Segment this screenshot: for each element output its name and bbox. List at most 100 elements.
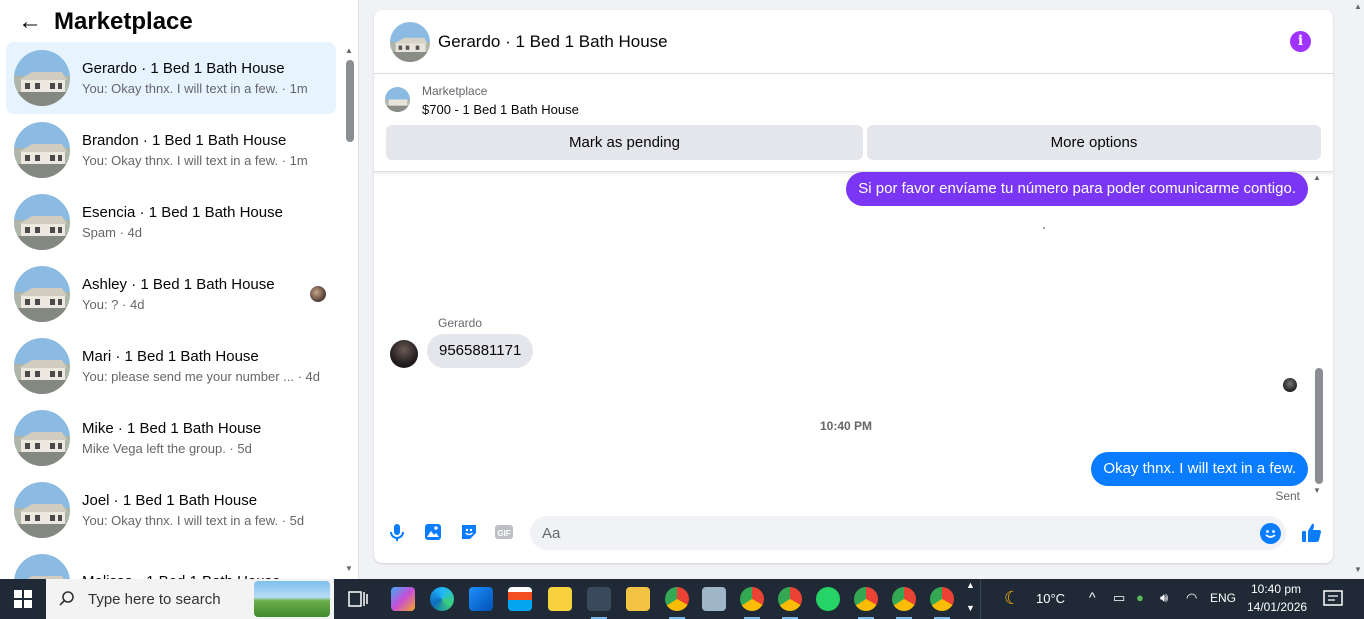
microphone-icon[interactable] [387,522,407,542]
chrome-profile-icon[interactable] [892,587,916,619]
chrome-icon[interactable] [665,587,689,619]
security-icon[interactable]: ● [1136,590,1144,605]
listing-thumbnail[interactable] [385,87,410,112]
thumbs-up-icon[interactable] [1300,521,1324,545]
weather-temperature[interactable]: 10°C [1036,591,1065,606]
search-placeholder: Type here to search [88,590,221,608]
messages-scrollbar[interactable]: ▲ ▼ [1313,173,1325,502]
sticky-notes-icon[interactable] [548,587,572,611]
conversation-preview: You: ? · 4d [82,296,145,312]
chrome-profile-icon[interactable] [854,587,878,619]
conversation-avatar [14,338,70,394]
chrome-profile-icon[interactable] [930,587,954,619]
conversation-name: Esencia · 1 Bed 1 Bath House [82,203,283,221]
taskbar-search[interactable]: Type here to search [46,579,334,619]
scroll-up-icon[interactable]: ▲ [345,46,353,55]
conversation-text: Brandon · 1 Bed 1 Bath House You: Okay th… [82,131,308,170]
photo-icon[interactable] [423,522,443,542]
notepad-icon[interactable] [702,587,726,611]
sidebar-scroll-thumb[interactable] [346,60,354,142]
scroll-up-icon[interactable]: ▲ [1313,173,1321,182]
conversation-item[interactable]: Mari · 1 Bed 1 Bath House You: please sen… [6,330,336,402]
mark-as-pending-button[interactable]: Mark as pending [386,125,863,160]
sidebar-scrollbar[interactable]: ▲ ▼ [343,44,355,579]
outgoing-message-bubble[interactable]: Okay thnx. I will text in a few. [1091,452,1308,486]
edge-icon[interactable] [430,587,454,611]
clock-time[interactable]: 10:40 pm [1251,582,1301,596]
conversation-avatar [14,122,70,178]
sender-avatar[interactable] [390,340,418,368]
messages-scroll-thumb[interactable] [1315,368,1323,484]
chrome-profile-a-icon[interactable] [740,587,764,619]
house-thumbnail-icon [14,554,70,579]
conversation-list: Gerardo · 1 Bed 1 Bath House You: Okay th… [6,42,336,579]
conversation-preview: You: Okay thnx. I will text in a few. · … [82,512,305,528]
conversation-time: 4d [129,296,145,312]
sidebar-header: ← Marketplace [0,0,358,44]
start-button[interactable] [0,579,46,619]
whatsapp-icon[interactable] [816,587,840,611]
language-indicator[interactable]: ENG [1210,591,1236,605]
info-icon[interactable]: i [1290,31,1311,52]
page-scrollbar[interactable]: ▲ ▼ [1352,0,1364,579]
task-view-icon[interactable] [346,587,370,611]
house-thumbnail-icon [385,87,410,112]
scroll-down-icon[interactable]: ▼ [345,564,353,573]
message-input[interactable] [530,516,1286,550]
conversation-time: 4d [305,368,321,384]
conversation-item[interactable]: Melissa · 1 Bed 1 Bath House [6,546,336,579]
message-status: Sent [1275,489,1300,503]
scroll-up-icon[interactable]: ▲ [1354,2,1362,11]
store-icon[interactable] [508,587,532,611]
tray-expand-icon[interactable]: ^ [1089,589,1096,605]
taskbar-divider [980,579,981,619]
listing-title[interactable]: $700 - 1 Bed 1 Bath House [422,102,579,117]
notifications-icon[interactable] [1321,587,1345,611]
chat-panel: Gerardo · 1 Bed 1 Bath House i Marketpla… [374,10,1333,563]
copilot-icon[interactable] [391,587,415,611]
scroll-down-icon[interactable]: ▼ [1354,565,1362,574]
outlook-icon[interactable] [469,587,493,611]
conversation-avatar [14,410,70,466]
chat-header: Gerardo · 1 Bed 1 Bath House i [374,10,1333,74]
clock-date[interactable]: 14/01/2026 [1247,600,1307,614]
battery-icon[interactable]: ▭ [1113,590,1125,606]
conversation-item[interactable]: Joel · 1 Bed 1 Bath House You: Okay thnx.… [6,474,336,546]
conversation-time: 1m [289,152,308,168]
snipping-tool-icon[interactable] [587,587,611,619]
conversation-item[interactable]: Brandon · 1 Bed 1 Bath House You: Okay th… [6,114,336,186]
taskbar-scroll-up-icon[interactable]: ▲ [966,580,975,590]
more-options-button[interactable]: More options [867,125,1321,160]
conversation-name: Ashley · 1 Bed 1 Bath House [82,275,275,293]
conversation-item[interactable]: Esencia · 1 Bed 1 Bath House Spam · 4d [6,186,336,258]
incoming-message-bubble[interactable]: 9565881171 [427,334,534,368]
conversation-text: Mari · 1 Bed 1 Bath House You: please sen… [82,347,320,386]
outgoing-message-bubble[interactable]: Si por favor envíame tu número para pode… [846,172,1308,206]
volume-icon[interactable]: 🔊︎ [1160,590,1168,606]
message-thread: Si por favor envíame tu número para pode… [374,172,1333,503]
chat-avatar[interactable] [390,21,430,62]
file-explorer-icon[interactable] [626,587,650,611]
conversation-avatar [14,50,70,106]
house-thumbnail-icon [14,194,70,250]
conversation-time: 4d [127,224,142,240]
chrome-profile-m-icon[interactable] [778,587,802,619]
taskbar-scroll-down-icon[interactable]: ▼ [966,603,975,613]
emoji-icon[interactable] [1260,523,1281,544]
conversation-item[interactable]: Gerardo · 1 Bed 1 Bath House You: Okay th… [6,42,336,114]
conversation-name: Mike · 1 Bed 1 Bath House [82,419,262,437]
moon-icon[interactable]: ☾ [1004,588,1020,609]
conversation-preview: You: Okay thnx. I will text in a few. · … [82,152,308,168]
conversation-item[interactable]: Mike · 1 Bed 1 Bath House Mike Vega left … [6,402,336,474]
read-receipt-avatar [1283,378,1297,392]
chat-title: Gerardo · 1 Bed 1 Bath House [438,31,668,51]
search-highlight-image[interactable] [254,581,330,617]
back-arrow-icon[interactable]: ← [18,8,42,36]
gif-icon[interactable]: GIF [494,522,514,542]
wifi-icon[interactable]: ◠ [1186,590,1197,606]
conversation-item[interactable]: Ashley · 1 Bed 1 Bath House You: ? · 4d [6,258,336,330]
scroll-down-icon[interactable]: ▼ [1313,486,1321,495]
house-thumbnail-icon [14,266,70,322]
sticker-icon[interactable] [459,522,479,542]
conversation-avatar [14,482,70,538]
